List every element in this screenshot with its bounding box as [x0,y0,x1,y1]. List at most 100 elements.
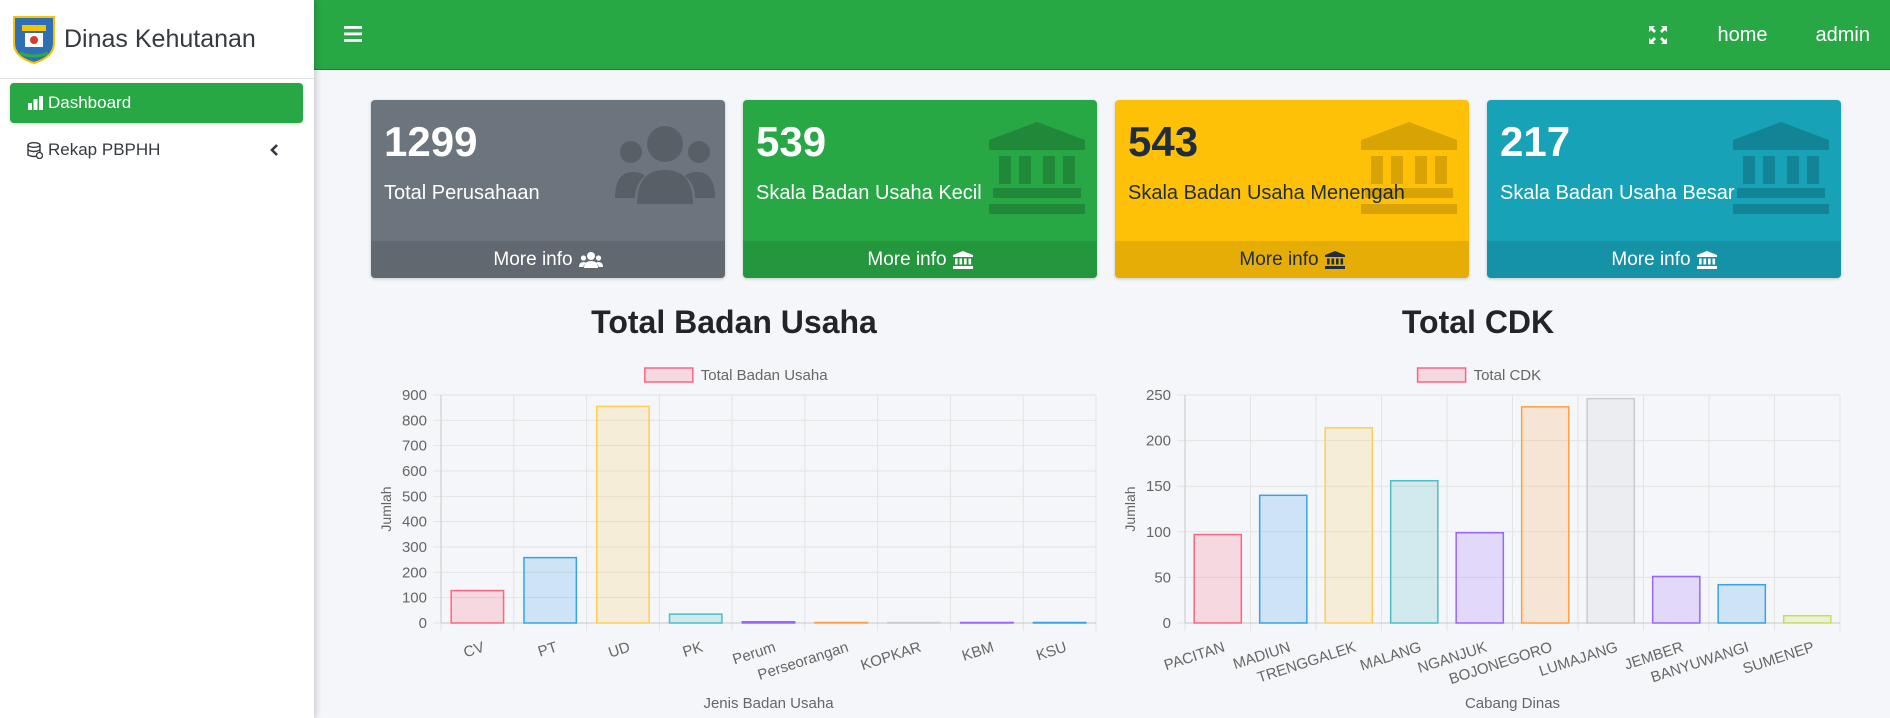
y-tick-label: 200 [402,564,427,581]
info-box-number: 217 [1500,118,1571,165]
brand[interactable]: Dinas Kehutanan [0,0,314,79]
x-axis-title: Jenis Badan Usaha [703,695,834,712]
y-tick-label: 0 [1163,615,1171,632]
sidebar: Dinas Kehutanan Dashboard Rekap PBPHH [0,0,314,718]
bars-icon[interactable] [342,22,366,46]
x-tick-label: SUMENEP [1741,639,1817,678]
users-icon [615,126,715,204]
bar [1032,621,1087,624]
bar [450,589,505,624]
bar [887,621,942,624]
y-tick-label: 250 [1146,387,1171,404]
x-tick-label: PACITAN [1162,639,1227,675]
bar [1258,494,1308,624]
y-tick-label: 0 [419,615,427,632]
bar [595,405,650,624]
info-box-total-perusahaan: 1299 Total Perusahaan More info [371,100,725,278]
y-tick-label: 700 [402,438,427,455]
bar [814,621,869,624]
x-tick-label: KSU [1034,639,1069,665]
info-box-label: Skala Badan Usaha Besar [1500,182,1735,204]
sidebar-item-rekap-pbphh[interactable]: Rekap PBPHH [10,130,303,170]
landmark-icon [1733,122,1829,214]
bar [668,613,723,624]
more-info-label: More info [1611,248,1691,270]
admin-link[interactable]: admin [1816,24,1870,47]
bar [741,620,796,624]
province-logo-icon [13,16,55,65]
bar [1389,479,1439,624]
y-tick-label: 900 [402,387,427,404]
more-info-label: More info [867,248,947,270]
more-info-link[interactable]: More info [371,241,725,278]
y-tick-label: 400 [402,514,427,531]
x-tick-label: KBM [960,639,996,665]
more-info-link[interactable]: More info [743,241,1097,278]
landmark-icon [989,122,1085,214]
info-box-skala-besar: 217 Skala Badan Usaha Besar More info [1487,100,1841,278]
y-tick-label: 50 [1154,569,1171,586]
landmark-icon [952,250,973,269]
home-link[interactable]: home [1717,24,1767,47]
info-box-label: Skala Badan Usaha Kecil [756,182,982,204]
legend-swatch [644,367,694,383]
x-tick-label: PK [681,639,705,661]
y-tick-label: 300 [402,539,427,556]
bar-chart-icon [26,94,44,112]
more-info-link[interactable]: More info [1115,241,1469,278]
info-box-number: 539 [756,118,827,165]
x-tick-label: PT [536,639,559,661]
bar [1651,575,1701,624]
chevron-left-icon[interactable] [265,140,285,160]
landmark-icon [1361,122,1457,214]
database-icon [26,141,44,159]
more-info-label: More info [1239,248,1319,270]
bar [959,621,1014,624]
bar [1586,397,1636,624]
x-tick-label: UD [606,639,632,662]
info-box-skala-kecil: 539 Skala Badan Usaha Kecil More info [743,100,1097,278]
y-tick-label: 100 [1146,524,1171,541]
brand-title: Dinas Kehutanan [64,24,256,53]
sidebar-item-label: Dashboard [48,93,132,112]
x-tick-label: KOPKAR [859,639,924,675]
y-axis-title: Jumlah [378,486,394,531]
sidebar-item-label: Rekap PBPHH [48,140,161,159]
y-tick-label: 800 [402,412,427,429]
legend-label: Total CDK [1474,367,1542,384]
info-box-skala-menengah: 543 Skala Badan Usaha Menengah More info [1115,100,1469,278]
chart-title-badan-usaha: Total Badan Usaha [591,304,877,340]
top-navbar: home admin [314,0,1890,70]
legend-swatch [1416,367,1467,383]
bar [1324,427,1374,624]
y-tick-label: 150 [1146,478,1171,495]
info-box-number: 1299 [384,118,478,165]
more-info-label: More info [493,248,573,270]
bar [523,556,578,624]
y-tick-label: 200 [1146,433,1171,450]
info-box-label: Total Perusahaan [384,182,540,204]
chart-cdk: Total CDK050100150200250PACITAN MADIUNTRE… [1122,367,1841,712]
y-axis-title: Jumlah [1122,486,1138,531]
users-icon [578,251,603,268]
info-box-number: 543 [1128,118,1199,165]
navbar-right: home admin [1647,0,1890,70]
x-axis-title: Cabang Dinas [1465,695,1560,712]
sidebar-item-dashboard[interactable]: Dashboard [10,83,303,123]
bar [1455,531,1505,624]
y-tick-label: 500 [402,488,427,505]
chart-title-cdk: Total CDK [1401,304,1555,340]
y-tick-label: 100 [402,590,427,607]
landmark-icon [1696,250,1717,269]
bar [1193,533,1243,624]
y-tick-label: 600 [402,463,427,480]
expand-icon[interactable] [1647,24,1669,46]
more-info-link[interactable]: More info [1487,241,1841,278]
x-tick-label: MALANG [1358,639,1424,675]
landmark-icon [1324,250,1345,269]
x-tick-label: CV [462,639,487,662]
bar [1520,406,1570,624]
chart-badan-usaha: Total Badan Usaha 0 100 200 300 400 500 600 700 8… [378,367,1097,712]
bar [1782,614,1832,624]
legend-label: Total Badan Usaha [701,367,828,384]
